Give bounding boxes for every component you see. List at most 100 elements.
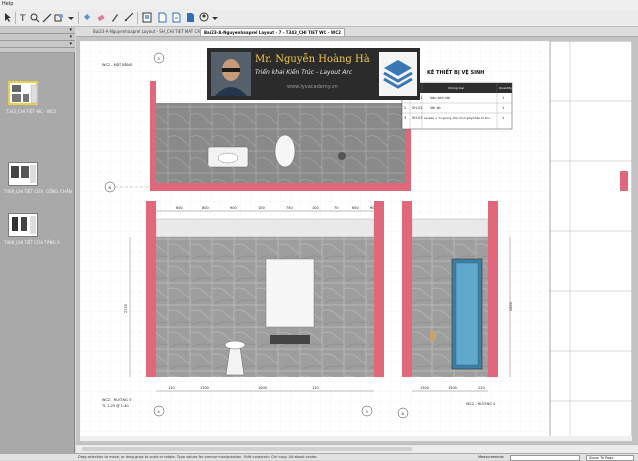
svg-text:70: 70: [334, 206, 338, 210]
tab-chi-tiet-wc[interactable]: Bai23-A-Nguyenhaaprel Layout - 7 - T343_…: [200, 28, 346, 36]
svg-text:T: T: [19, 14, 26, 23]
page-thumbnail[interactable]: [8, 162, 38, 186]
vanity-cabinet: [270, 335, 310, 344]
panel-header[interactable]: ▾: [0, 41, 75, 48]
page-copy-icon[interactable]: [185, 12, 195, 23]
zoom-icon[interactable]: [30, 12, 40, 23]
presenter-subtitle: Triển khai Kiến Trúc - Layout Arc: [255, 69, 353, 76]
text-tool-icon[interactable]: T: [18, 12, 28, 24]
toolbar: T: [0, 9, 638, 27]
scrapbook-icon[interactable]: [142, 12, 152, 23]
measure-tool-icon[interactable]: [124, 12, 134, 23]
presenter-website: www.lyvacademy.vn: [287, 84, 338, 90]
page-add-icon[interactable]: [157, 12, 167, 23]
user-icon[interactable]: [199, 12, 209, 23]
svg-text:120: 120: [312, 386, 319, 390]
dim-text: 2750: [124, 304, 128, 313]
svg-text:Quantity: Quantity: [499, 86, 512, 90]
svg-text:650: 650: [176, 206, 183, 210]
status-bar: Drag selection to move, or drag grips to…: [0, 453, 638, 461]
schedule-cell: 2: [404, 106, 406, 110]
page-thumbnail[interactable]: [8, 81, 38, 105]
svg-text:Chủng loại: Chủng loại: [448, 86, 464, 90]
dim-text: 2850: [509, 302, 513, 311]
shapes-tool-icon[interactable]: [54, 12, 64, 23]
chevron-down-icon[interactable]: [66, 12, 76, 23]
measurements-label: Measurements: [478, 455, 504, 459]
floor-drain: [338, 152, 346, 160]
section-title: WC2 - HƯỚNG 4: [466, 401, 496, 406]
architectural-drawing: WC2 - MẶT BẰNG 3 B KÊ THIẾT BỊ VỆ SINH C…: [80, 40, 633, 442]
svg-text:120: 120: [168, 386, 175, 390]
paint-bucket-icon[interactable]: [82, 12, 92, 23]
page-thumbnail[interactable]: [8, 213, 38, 237]
panel-header[interactable]: [0, 48, 75, 53]
shower-niche: [430, 331, 436, 341]
page-label[interactable]: T408_CHI TIẾT CỬA TẦNG 3: [4, 240, 76, 245]
select-tool-icon[interactable]: [3, 12, 13, 23]
menu-help[interactable]: Help: [2, 1, 13, 7]
measurements-input[interactable]: [510, 455, 580, 461]
schedule-cell: Van sen vòi: [430, 96, 450, 100]
panel-header[interactable]: ▾: [0, 27, 75, 34]
layer-logo-icon: [379, 52, 417, 96]
svg-text:750: 750: [286, 206, 293, 210]
style-tool-icon[interactable]: [110, 12, 120, 23]
wall-section: [146, 201, 156, 377]
wall-section: [156, 183, 405, 191]
panel-header[interactable]: ▾: [0, 34, 75, 41]
chevron-down-icon[interactable]: [210, 12, 220, 23]
svg-text:800: 800: [202, 206, 209, 210]
toilet: [274, 134, 296, 168]
presenter-banner: Mr. Nguyễn Hoàng Hà Triển khai Kiến Trúc…: [207, 48, 420, 100]
svg-text:1300: 1300: [200, 386, 209, 390]
zoom-dropdown[interactable]: Zoom To Page: [586, 455, 634, 461]
schedule-cell: 1: [502, 116, 504, 120]
svg-text:900: 900: [230, 206, 237, 210]
mirror: [265, 258, 315, 328]
schedule-cell: 1: [502, 96, 504, 100]
paper-sheet: WC2 - MẶT BẰNG 3 B KÊ THIẾT BỊ VỆ SINH C…: [80, 40, 633, 442]
eraser-icon[interactable]: [96, 12, 106, 23]
svg-text:220: 220: [478, 386, 485, 390]
section-title: WC2 - HƯỚNG 3: [102, 397, 131, 402]
schedule-cell: 3: [404, 116, 406, 120]
line-tool-icon[interactable]: [42, 12, 52, 23]
svg-text:100: 100: [258, 206, 265, 210]
page-label[interactable]: T343_CHI TIẾT WC - WC2: [6, 109, 78, 114]
tab-mat-cat[interactable]: Bai23-A-Nguyenhaaprel Layout - SH_CHI TI…: [90, 28, 205, 36]
schedule-cell: Vòi xịt: [430, 106, 441, 110]
presenter-avatar: [211, 52, 251, 96]
page-label[interactable]: T408_CHI TIẾT CỬA, CỔNG, CHẮN: [4, 189, 76, 194]
schedule-cell: SH-03: [412, 116, 423, 120]
menu-bar: Help: [0, 0, 638, 9]
document-tabs: Bai23-A-Nguyenhaaprel Layout - SH_CHI TI…: [76, 27, 638, 37]
presenter-name: Mr. Nguyễn Hoàng Hà: [255, 54, 370, 65]
scale-note: TL 1:25 @ 1:40: [101, 404, 129, 408]
ceiling-band: [155, 218, 375, 238]
basin: [217, 152, 239, 164]
schedule-title: KÊ THIẾT BỊ VỆ SINH: [427, 68, 484, 76]
plan-title: WC2 - MẶT BẰNG: [102, 62, 133, 67]
scrollbar-thumb[interactable]: [82, 447, 412, 451]
wall-section: [402, 201, 412, 377]
svg-text:1300: 1300: [420, 386, 429, 390]
horizontal-scrollbar[interactable]: [76, 444, 638, 453]
svg-text:3: 3: [366, 410, 368, 414]
wall-section: [150, 81, 156, 191]
schedule-cell: 1: [502, 106, 504, 110]
wall-tiles: [156, 237, 374, 377]
schedule-cell: Lavabo + Tủ gương, Hộc Kính giấy/khăn tủ…: [424, 116, 490, 120]
svg-text:650: 650: [352, 206, 359, 210]
title-block: [549, 40, 633, 442]
svg-text:100: 100: [312, 206, 319, 210]
wall-section: [374, 201, 384, 377]
wall-section: [488, 201, 498, 377]
schedule-cell: SH-02: [412, 106, 423, 110]
svg-text:1000: 1000: [258, 386, 267, 390]
page-delete-icon[interactable]: [171, 12, 181, 23]
pages-panel: ▾ ▾ ▾ T343_CHI TIẾT WC - WC2 T408_CHI TI…: [0, 27, 75, 455]
svg-text:1500: 1500: [448, 386, 457, 390]
grid-label: 3: [158, 57, 160, 61]
status-text: Drag selection to move, or drag grips to…: [78, 455, 318, 459]
